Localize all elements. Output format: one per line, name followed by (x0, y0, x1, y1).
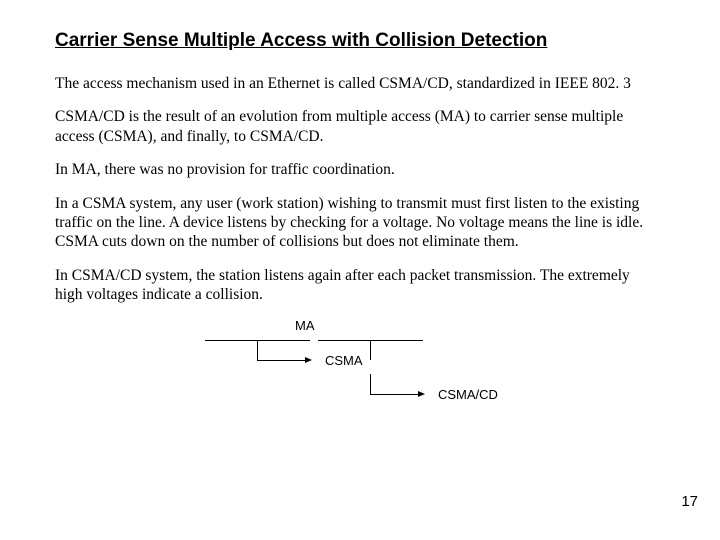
diagram-line (257, 340, 258, 360)
page-title: Carrier Sense Multiple Access with Colli… (55, 30, 665, 52)
paragraph-5: In CSMA/CD system, the station listens a… (55, 266, 655, 305)
diagram-line (370, 394, 418, 395)
evolution-diagram: MA CSMA CSMA/CD (160, 318, 560, 428)
diagram-label-ma: MA (295, 318, 315, 333)
paragraph-1: The access mechanism used in an Ethernet… (55, 74, 655, 93)
paragraph-3: In MA, there was no provision for traffi… (55, 160, 655, 179)
paragraph-4: In a CSMA system, any user (work station… (55, 194, 655, 252)
diagram-line (370, 340, 371, 360)
diagram-label-csma: CSMA (325, 353, 363, 368)
diagram-line (370, 374, 371, 394)
diagram-line (257, 360, 305, 361)
arrow-icon (305, 357, 312, 363)
arrow-icon (418, 391, 425, 397)
diagram-label-csmacd: CSMA/CD (438, 387, 498, 402)
page-number: 17 (681, 493, 698, 510)
paragraph-2: CSMA/CD is the result of an evolution fr… (55, 107, 655, 146)
